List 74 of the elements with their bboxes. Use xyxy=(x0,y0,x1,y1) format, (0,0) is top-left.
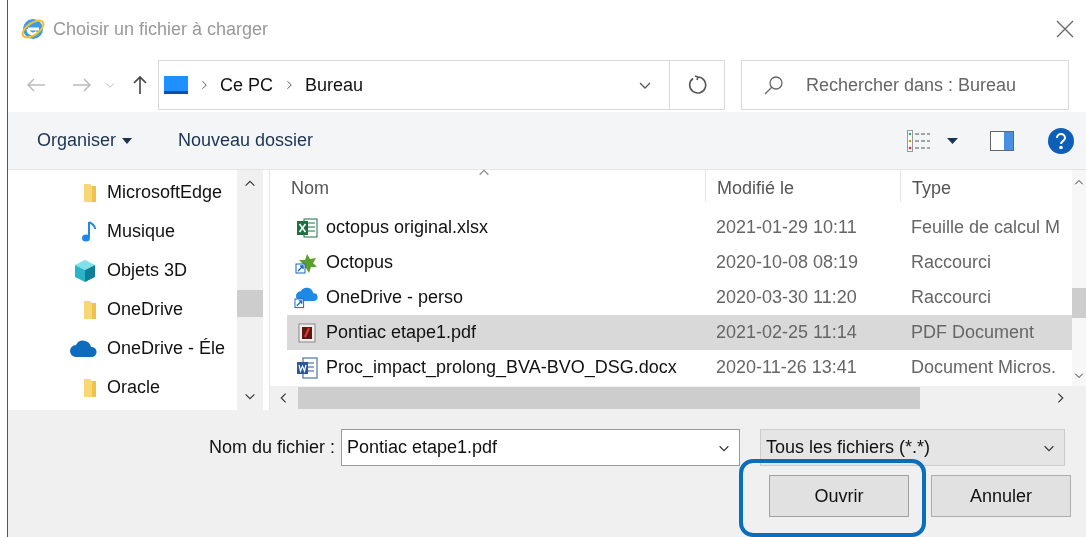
document-icon xyxy=(295,356,318,379)
breadcrumb-item[interactable]: Bureau xyxy=(305,71,364,99)
search-field[interactable]: Rechercher dans : Bureau xyxy=(741,60,1069,110)
sidebar-item[interactable]: Oracle xyxy=(8,368,237,407)
search-input[interactable]: Rechercher dans : Bureau xyxy=(806,71,1066,99)
modified-date: 2020-11-26 13:41 xyxy=(715,356,858,379)
modified-date: 2021-02-25 11:14 xyxy=(715,321,858,344)
file-row[interactable]: octopus original.xlsx 2021-01-29 10:11 Feuille de calcul M xyxy=(287,210,1072,245)
up-arrow-icon xyxy=(132,75,148,95)
organize-menu-button[interactable]: Organiser xyxy=(37,127,133,154)
new-folder-button[interactable]: Nouveau dossier xyxy=(178,127,314,154)
file-row[interactable]: OneDrive - perso 2020-03-30 11:20 Raccourci xyxy=(287,280,1072,315)
file-row[interactable]: Octopus 2020-10-08 08:19 Raccourci xyxy=(287,245,1072,280)
back-arrow-icon xyxy=(26,77,46,93)
sidebar-scrollbar[interactable] xyxy=(237,170,263,410)
sidebar-item[interactable]: Objets 3D xyxy=(8,251,237,290)
file-name: OneDrive - perso xyxy=(326,286,464,309)
computer-icon xyxy=(164,76,188,94)
file-type: PDF Document xyxy=(910,321,1036,344)
modified-date: 2020-03-30 11:20 xyxy=(715,286,858,309)
file-type: Raccourci xyxy=(910,286,993,309)
preview-pane-button[interactable] xyxy=(990,130,1014,151)
dialog-button[interactable]: Ouvrir xyxy=(769,475,909,517)
file-row[interactable]: Proc_impact_prolong_BVA-BVO_DSG.docx 2020-11-26 13:41 Document Micros. xyxy=(287,350,1072,385)
forward-arrow-icon xyxy=(72,77,92,93)
horizontal-scrollbar[interactable] xyxy=(270,386,1086,410)
file-name: octopus original.xlsx xyxy=(326,216,489,239)
file-name: Proc_impact_prolong_BVA-BVO_DSG.docx xyxy=(326,356,677,380)
vertical-scrollbar[interactable] xyxy=(1072,170,1086,386)
scrollbar-thumb[interactable] xyxy=(298,387,920,409)
column-header[interactable]: Modifié le xyxy=(705,170,900,202)
modified-date: 2020-10-08 08:19 xyxy=(715,251,860,274)
cloud-shortcut-icon xyxy=(294,286,319,309)
breadcrumb-item[interactable]: Ce PC xyxy=(220,71,273,99)
music-note-icon xyxy=(81,220,97,243)
file-name: Octopus xyxy=(326,251,394,274)
sidebar-item[interactable]: OneDrive xyxy=(8,290,237,329)
file-type: Feuille de calcul M xyxy=(910,216,1062,239)
refresh-icon xyxy=(687,75,707,95)
file-name-field[interactable]: Pontiac etape1.pdf xyxy=(341,429,740,466)
window-title: Choisir un fichier à charger xyxy=(53,17,269,41)
help-icon xyxy=(1055,132,1067,149)
browser-logo-icon xyxy=(20,16,46,42)
pdf-file-icon xyxy=(297,322,316,343)
address-bar[interactable]: Ce PC Bureau xyxy=(158,60,725,110)
dialog-button[interactable]: Annuler xyxy=(931,475,1071,517)
caret-icon xyxy=(947,137,958,144)
file-type: Document Micros. xyxy=(910,356,1058,379)
caret-icon xyxy=(122,137,133,144)
folder-icon xyxy=(83,377,97,398)
column-header[interactable]: Nom xyxy=(287,170,705,202)
sidebar-item[interactable]: OneDrive - Éle xyxy=(8,329,237,368)
search-icon xyxy=(764,75,784,95)
folder-icon xyxy=(83,299,97,320)
file-row[interactable]: Pontiac etape1.pdf 2021-02-25 11:14 PDF Document xyxy=(287,315,1072,350)
file-name-input[interactable]: Pontiac etape1.pdf xyxy=(342,434,717,461)
scrollbar-thumb[interactable] xyxy=(237,290,263,317)
sidebar-item[interactable]: Musique xyxy=(8,212,237,251)
file-name: Pontiac etape1.pdf xyxy=(326,321,477,344)
spreadsheet-icon xyxy=(295,217,318,238)
cube-icon xyxy=(73,258,97,283)
file-type: Raccourci xyxy=(910,251,993,274)
cloud-icon xyxy=(69,339,97,358)
view-options-button[interactable] xyxy=(907,129,958,152)
close-icon xyxy=(1056,20,1074,38)
folder-icon xyxy=(83,182,97,203)
preview-pane-icon xyxy=(990,130,1014,151)
sidebar-item[interactable]: MicrosoftEdge xyxy=(8,173,237,212)
scrollbar-thumb[interactable] xyxy=(1072,288,1086,318)
details-view-icon xyxy=(907,129,931,152)
file-type-dropdown[interactable]: Tous les fichiers (*.*) xyxy=(760,429,1065,466)
modified-date: 2021-01-29 10:11 xyxy=(715,216,858,239)
file-name-label: Nom du fichier : xyxy=(207,436,336,459)
help-button[interactable] xyxy=(1048,127,1074,154)
